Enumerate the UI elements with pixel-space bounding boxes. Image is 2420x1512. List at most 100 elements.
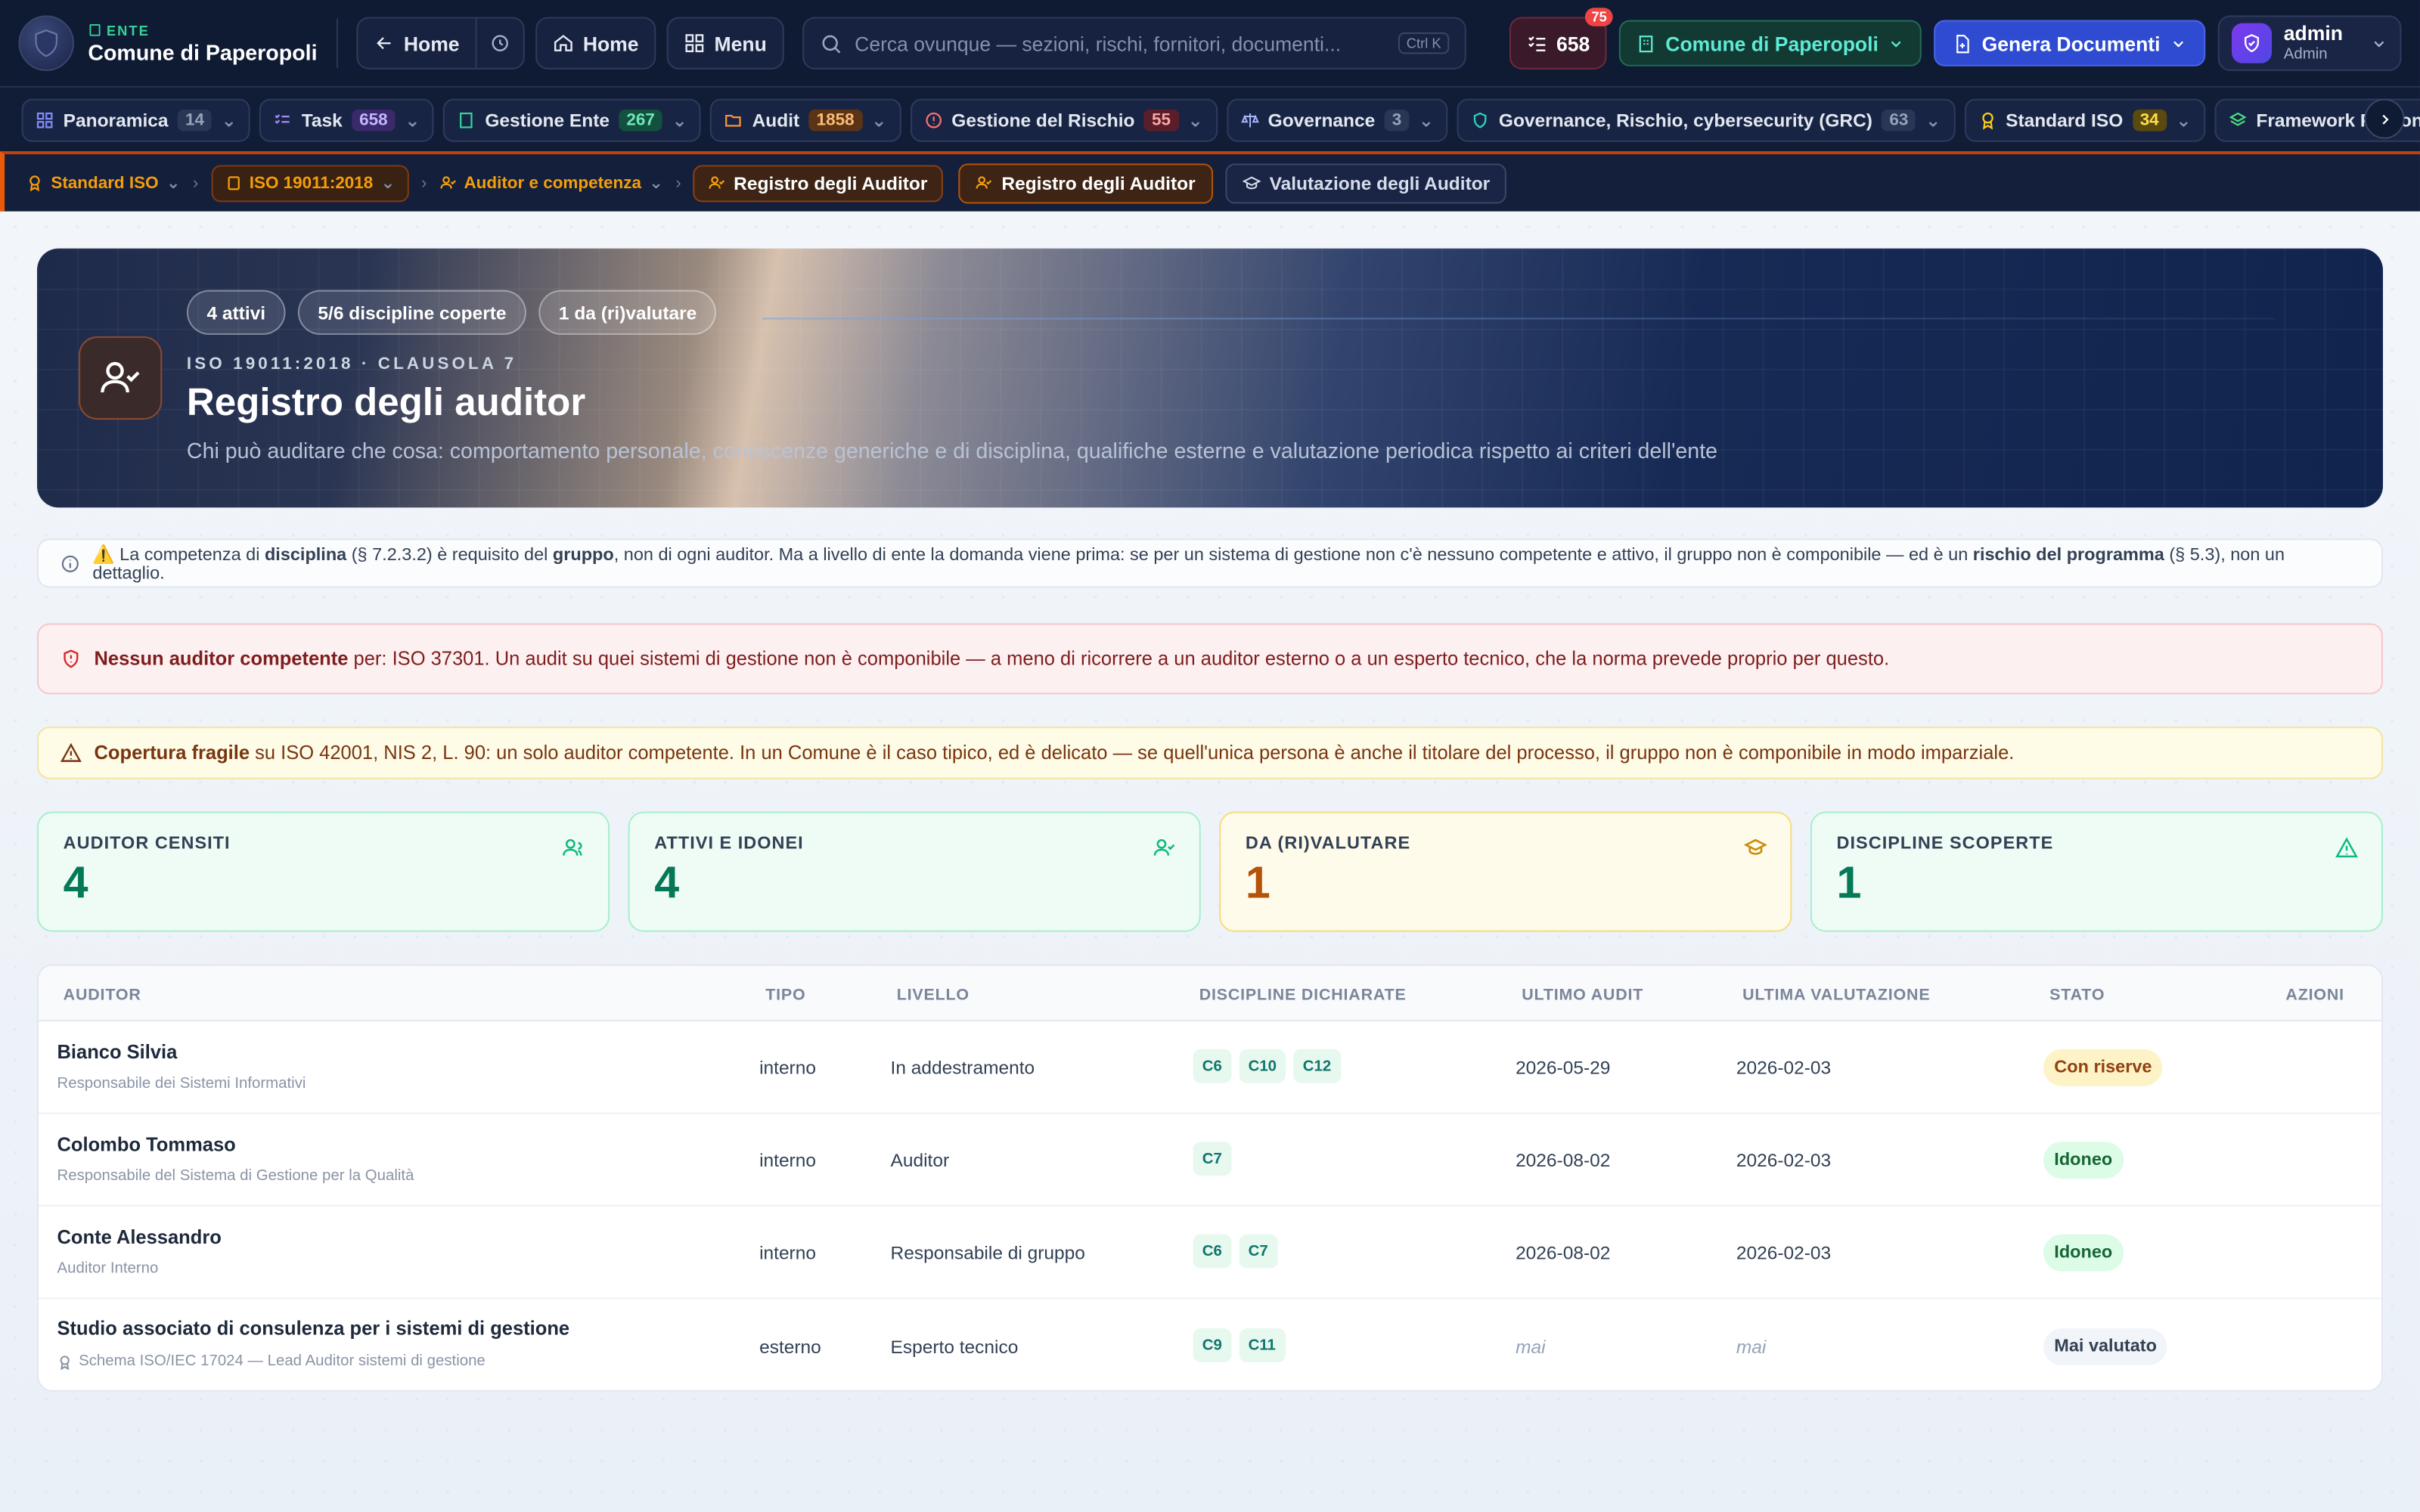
top-bar: ENTE Comune di Paperopoli Home Home Menu… — [0, 0, 2420, 87]
auditor-name[interactable]: Bianco Silvia — [57, 1042, 178, 1064]
users-icon — [563, 838, 582, 856]
user-menu[interactable]: admin Admin — [2217, 15, 2402, 71]
auditor-livello: Esperto tecnico — [890, 1336, 1019, 1358]
breadcrumb-current: Registro degli Auditor — [693, 164, 943, 202]
layers-icon — [2229, 111, 2247, 125]
app-root: ENTE Comune di Paperopoli Home Home Menu… — [0, 0, 2420, 1512]
chip-attivi: 4 attivi — [186, 290, 286, 335]
nav-task[interactable]: Task 658 ⌄ — [259, 98, 434, 141]
shield-check-icon — [1474, 111, 1487, 128]
nav-gestione-ente[interactable]: Gestione Ente 267 ⌄ — [443, 98, 702, 141]
home-button[interactable]: Home — [535, 17, 656, 70]
user-check-icon — [709, 176, 725, 189]
breadcrumb-separator: › — [420, 173, 427, 193]
col-stato[interactable]: STATO — [2049, 986, 2105, 1004]
back-home-button[interactable]: Home — [358, 18, 475, 67]
auditor-role: Schema ISO/IEC 17024 — Lead Auditor sist… — [57, 1353, 486, 1370]
ultima-valutazione: 2026-02-03 — [1736, 1056, 1832, 1079]
award-icon — [1981, 111, 1993, 129]
nav-standard-iso[interactable]: Standard ISO 34 ⌄ — [1964, 98, 2206, 141]
ultima-valutazione: mai — [1736, 1336, 1767, 1358]
document-icon — [1956, 33, 1969, 53]
chip-discipline: 5/6 discipline coperte — [297, 290, 527, 335]
search-icon — [822, 34, 840, 53]
info-note: ⚠️ La competenza di disciplina (§ 7.2.3.… — [36, 538, 2383, 588]
tab-registro-auditor[interactable]: Registro degli Auditor — [958, 163, 1213, 203]
page-subtitle: Chi può auditare che cosa: comportamento… — [186, 438, 1718, 463]
avatar — [2231, 23, 2272, 64]
genera-documenti-button[interactable]: Genera Documenti — [1934, 20, 2205, 67]
nav-audit[interactable]: Audit 1858 ⌄ — [710, 98, 901, 141]
shield-check-icon — [2244, 34, 2259, 53]
history-button[interactable] — [474, 18, 523, 68]
chevron-down-icon: ⌄ — [380, 174, 396, 194]
col-livello[interactable]: LIVELLO — [897, 986, 970, 1004]
search-input[interactable] — [855, 31, 1387, 55]
ultimo-audit: mai — [1516, 1336, 1546, 1358]
auditor-name[interactable]: Studio associato di consulenza per i sis… — [57, 1318, 570, 1340]
hero-banner: 4 attivi 5/6 discipline coperte 1 da (ri… — [36, 248, 2383, 508]
page-title: Registro degli auditor — [186, 381, 586, 425]
discipline-tags: C6 C7 — [1193, 1234, 1277, 1269]
chevron-down-icon: ⌄ — [1418, 108, 1435, 131]
dashboard-icon — [36, 111, 53, 128]
hero-decor-line — [762, 318, 2276, 320]
nav-scroll-right-button[interactable] — [2364, 98, 2405, 139]
chevron-right-icon — [2381, 113, 2388, 124]
ente-block: ENTE Comune di Paperopoli — [88, 23, 317, 64]
nav-governance[interactable]: Governance 3 ⌄ — [1226, 98, 1448, 141]
breadcrumb-iso-19011[interactable]: ISO 19011:2018 ⌄ — [210, 164, 409, 202]
hero-kicker: ISO 19011:2018 · CLAUSOLA 7 — [186, 355, 517, 373]
col-auditor[interactable]: AUDITOR — [64, 986, 141, 1004]
auditor-role: Responsabile del Sistema di Gestione per… — [57, 1167, 414, 1185]
nav-gestione-rischio[interactable]: Gestione del Rischio 55 ⌄ — [910, 98, 1218, 141]
discipline-tag: C12 — [1293, 1049, 1341, 1083]
table-row[interactable]: Conte Alessandro Auditor Interno interno… — [39, 1207, 2381, 1300]
breadcrumb-auditor-competenza[interactable]: Auditor e competenza ⌄ — [439, 173, 663, 193]
breadcrumb: Standard ISO ⌄ › ISO 19011:2018 ⌄ › Audi… — [0, 150, 2420, 212]
alert-circle-icon — [925, 111, 942, 128]
table-row[interactable]: Bianco Silvia Responsabile dei Sistemi I… — [39, 1021, 2381, 1114]
chevron-down-icon: ⌄ — [1187, 108, 1203, 131]
breadcrumb-separator: › — [675, 173, 681, 193]
comune-selector[interactable]: Comune di Paperopoli — [1619, 20, 1922, 67]
section-nav: Panoramica 14 ⌄ Task 658 ⌄ Gestione Ente… — [0, 86, 2420, 151]
user-check-icon — [1153, 838, 1175, 856]
folder-check-icon — [725, 113, 742, 126]
warning-triangle-icon — [60, 742, 82, 762]
ente-logo[interactable] — [18, 15, 74, 71]
discipline-tags: C6 C10 C12 — [1193, 1049, 1341, 1083]
auditor-name[interactable]: Conte Alessandro — [57, 1226, 222, 1248]
chevron-down-icon: ⌄ — [2176, 108, 2192, 131]
breadcrumb-standard-iso[interactable]: Standard ISO ⌄ — [26, 173, 181, 193]
tasks-badge: 75 — [1585, 8, 1613, 26]
status-badge: Idoneo — [2043, 1234, 2124, 1272]
building-icon — [1639, 35, 1653, 52]
auditor-role: Auditor Interno — [57, 1260, 159, 1278]
auditor-livello: Responsabile di gruppo — [890, 1241, 1085, 1264]
tasks-button[interactable]: 658 75 — [1509, 8, 1613, 70]
col-discipline[interactable]: DISCIPLINE DICHIARATE — [1199, 986, 1407, 1004]
info-note-text: ⚠️ La competenza di disciplina (§ 7.2.3.… — [92, 546, 2285, 584]
checklist-icon — [275, 113, 290, 123]
nav-panoramica[interactable]: Panoramica 14 ⌄ — [21, 98, 251, 141]
warning-alert-text: Copertura fragile su ISO 42001, NIS 2, L… — [94, 742, 2015, 764]
tab-valutazione-auditor[interactable]: Valutazione degli Auditor — [1224, 163, 1507, 203]
arrow-left-icon — [376, 37, 390, 50]
global-search[interactable]: Ctrl K — [802, 17, 1466, 70]
user-check-icon — [101, 361, 140, 393]
col-ultimo-audit[interactable]: ULTIMO AUDIT — [1522, 986, 1643, 1004]
user-check-icon — [439, 176, 456, 189]
kpi-attivi-idonei: ATTIVI E IDONEI 4 — [628, 811, 1201, 932]
shield-alert-icon — [64, 649, 79, 668]
menu-button[interactable]: Menu — [666, 17, 784, 70]
col-ultima-valutazione[interactable]: ULTIMA VALUTAZIONE — [1742, 986, 1930, 1004]
auditor-name[interactable]: Colombo Tommaso — [57, 1134, 236, 1156]
table-row[interactable]: Colombo Tommaso Responsabile del Sistema… — [39, 1114, 2381, 1207]
auditor-tipo: interno — [759, 1149, 816, 1171]
table-row[interactable]: Studio associato di consulenza per i sis… — [39, 1299, 2381, 1390]
table-header: AUDITOR TIPO LIVELLO DISCIPLINE DICHIARA… — [39, 965, 2381, 1022]
col-tipo[interactable]: TIPO — [765, 986, 805, 1004]
auditor-livello: In addestramento — [890, 1056, 1035, 1079]
nav-grc[interactable]: Governance, Rischio, cybersecurity (GRC)… — [1457, 98, 1955, 141]
